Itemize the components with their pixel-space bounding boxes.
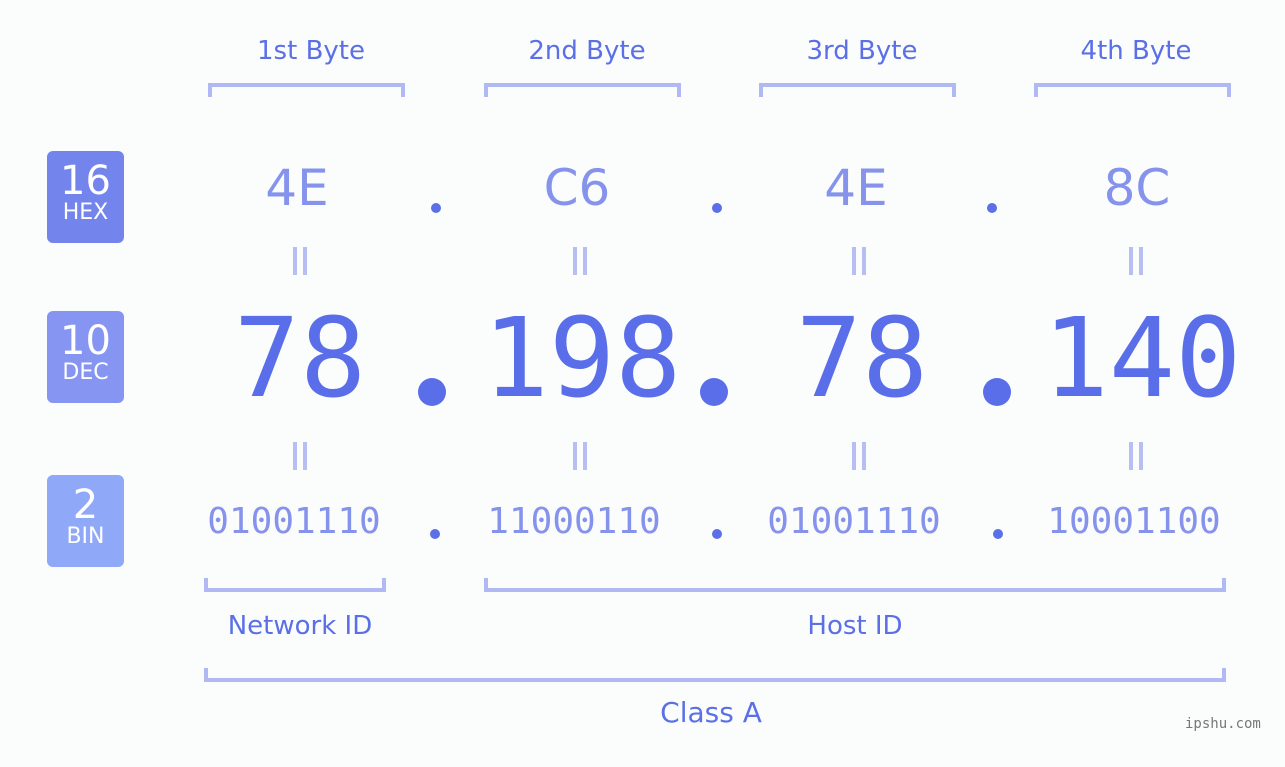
- dec-badge-label: DEC: [62, 360, 109, 385]
- hex-dot-3: [987, 203, 997, 213]
- byte-bracket-4: [1034, 83, 1231, 97]
- hex-value-4: 8C: [1103, 159, 1171, 217]
- byte-label-3: 3rd Byte: [806, 36, 918, 66]
- dec-dot-3: [983, 378, 1011, 406]
- hex-badge-label: HEX: [62, 200, 109, 225]
- equals-icon: [573, 442, 587, 470]
- dec-dot-1: [418, 378, 446, 406]
- hex-value-1: 4E: [265, 159, 329, 217]
- byte-bracket-2: [484, 83, 681, 97]
- hex-dot-2: [712, 203, 722, 213]
- watermark: ipshu.com: [1185, 716, 1261, 732]
- bin-dot-2: [712, 529, 722, 539]
- byte-bracket-1: [208, 83, 405, 97]
- equals-icon: [293, 247, 307, 275]
- hex-dot-1: [431, 203, 441, 213]
- hex-badge: 16 HEX: [47, 151, 124, 243]
- hex-badge-base: 16: [60, 158, 111, 204]
- dec-value-3: 78: [795, 294, 929, 422]
- bin-badge-label: BIN: [66, 524, 105, 549]
- hex-value-2: C6: [543, 159, 611, 217]
- equals-icon: [573, 247, 587, 275]
- class-label: Class A: [660, 696, 762, 729]
- dec-value-2: 198: [482, 294, 682, 422]
- equals-icon: [1129, 442, 1143, 470]
- equals-icon: [852, 442, 866, 470]
- dec-value-4: 140: [1042, 294, 1242, 422]
- byte-bracket-3: [759, 83, 956, 97]
- equals-icon: [1129, 247, 1143, 275]
- host-id-label: Host ID: [807, 611, 903, 641]
- byte-label-1: 1st Byte: [257, 36, 365, 66]
- bin-dot-3: [993, 529, 1003, 539]
- byte-label-4: 4th Byte: [1080, 36, 1192, 66]
- dec-badge-base: 10: [60, 318, 111, 364]
- byte-label-2: 2nd Byte: [528, 36, 646, 66]
- bin-value-3: 01001110: [767, 501, 941, 542]
- dec-badge: 10 DEC: [47, 311, 124, 403]
- class-bracket: [204, 668, 1226, 682]
- hex-value-3: 4E: [824, 159, 888, 217]
- bin-value-1: 01001110: [207, 501, 381, 542]
- network-id-bracket: [204, 578, 386, 592]
- bin-value-2: 11000110: [487, 501, 661, 542]
- bin-badge-base: 2: [72, 482, 99, 528]
- equals-icon: [852, 247, 866, 275]
- bin-value-4: 10001100: [1047, 501, 1221, 542]
- dec-dot-2: [700, 378, 728, 406]
- host-id-bracket: [484, 578, 1226, 592]
- bin-badge: 2 BIN: [47, 475, 124, 567]
- network-id-label: Network ID: [227, 611, 373, 641]
- equals-icon: [293, 442, 307, 470]
- bin-dot-1: [430, 529, 440, 539]
- dec-value-1: 78: [233, 294, 367, 422]
